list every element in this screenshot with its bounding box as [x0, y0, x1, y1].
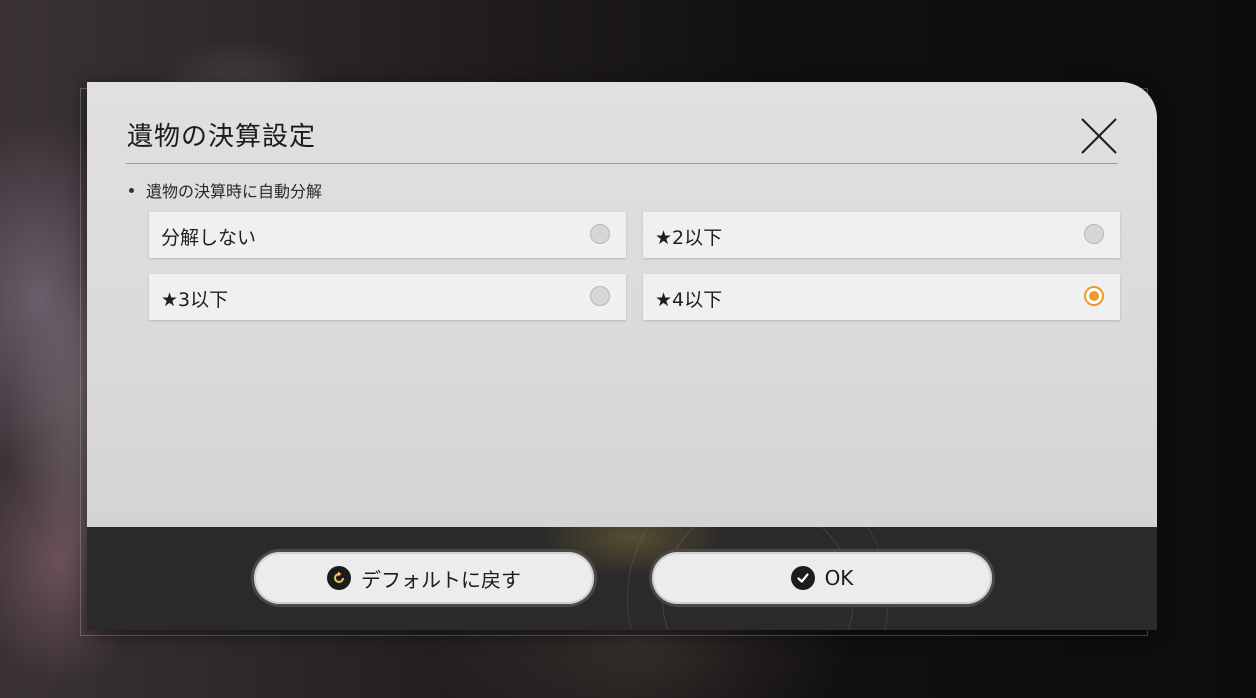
radio-button[interactable] [590, 224, 610, 244]
option-label: ★4以下 [655, 289, 723, 311]
section-label: 遺物の決算時に自動分解 [129, 178, 322, 202]
option-no-dismantle[interactable]: 分解しない [149, 212, 626, 258]
option-star2-or-below[interactable]: ★2以下 [643, 212, 1120, 258]
reset-default-button[interactable]: デフォルトに戻す [254, 552, 594, 604]
button-content: デフォルトに戻す [254, 552, 594, 604]
reset-icon [327, 566, 351, 590]
dialog-body: 遺物の決算設定 遺物の決算時に自動分解 分解しない ★2以下 ★3以下 ★4以下 [87, 82, 1157, 527]
radio-button[interactable] [590, 286, 610, 306]
radio-button-selected[interactable] [1084, 286, 1104, 306]
button-label: デフォルトに戻す [361, 567, 521, 592]
dialog-title: 遺物の決算設定 [127, 122, 317, 152]
dialog-footer: デフォルトに戻す OK [87, 527, 1157, 630]
option-label: ★2以下 [655, 227, 723, 249]
close-x-icon [1081, 118, 1117, 154]
button-content: OK [652, 552, 992, 604]
bullet-icon [129, 188, 134, 193]
ok-button[interactable]: OK [652, 552, 992, 604]
option-star3-or-below[interactable]: ★3以下 [149, 274, 626, 320]
section-label-text: 遺物の決算時に自動分解 [146, 182, 323, 201]
button-label: OK [824, 566, 854, 590]
radio-button[interactable] [1084, 224, 1104, 244]
option-label: ★3以下 [161, 289, 229, 311]
close-button[interactable] [1077, 114, 1121, 158]
option-label: 分解しない [161, 227, 257, 249]
option-star4-or-below[interactable]: ★4以下 [643, 274, 1120, 320]
title-divider [126, 163, 1118, 164]
relic-settlement-dialog: 遺物の決算設定 遺物の決算時に自動分解 分解しない ★2以下 ★3以下 ★4以下… [87, 82, 1157, 630]
check-icon [790, 566, 815, 590]
